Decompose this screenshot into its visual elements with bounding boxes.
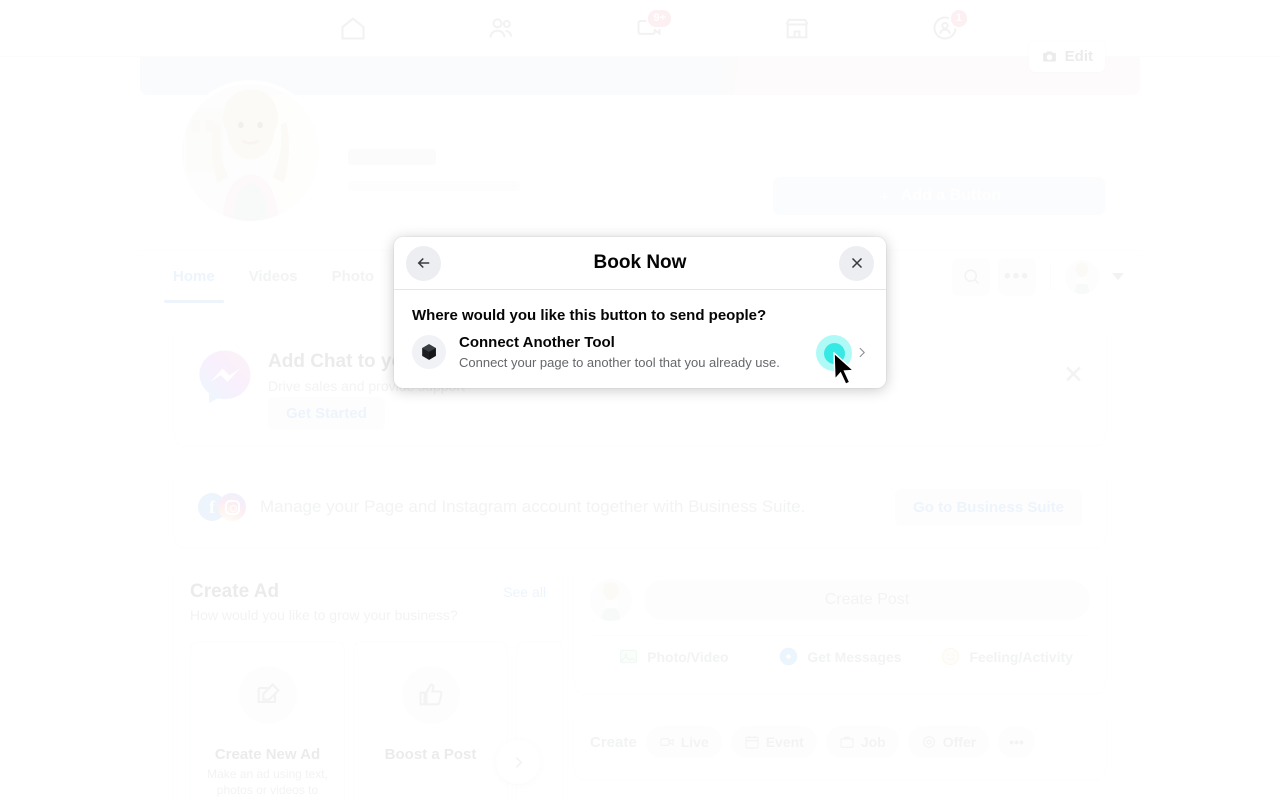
plus-icon bbox=[879, 191, 889, 201]
page-profile-avatar[interactable] bbox=[178, 80, 323, 225]
messenger-icon bbox=[199, 350, 251, 403]
modal-back-button[interactable] bbox=[406, 245, 441, 281]
post-action-feeling-activity[interactable]: Feeling/Activity bbox=[923, 646, 1090, 667]
nav-video-icon[interactable]: 9+ bbox=[621, 8, 677, 48]
create-ad-subtitle: How would you like to grow your business… bbox=[190, 607, 458, 623]
option-description: Connect your page to another tool that y… bbox=[459, 354, 780, 370]
get-messages-label: Get Messages bbox=[807, 648, 902, 665]
create-more-label: ••• bbox=[1009, 734, 1024, 750]
arrow-cursor bbox=[833, 352, 856, 386]
photo-video-icon bbox=[620, 649, 638, 664]
option-title: Connect Another Tool bbox=[459, 334, 615, 351]
tab-videos-label: Videos bbox=[248, 268, 298, 285]
create-shortcuts-card: Create Live Event Job Offer ••• bbox=[574, 705, 1106, 779]
messenger-action-icon bbox=[780, 647, 798, 666]
create-event-label: Event bbox=[765, 734, 804, 750]
create-ad-card: Create Ad See all How would you like to … bbox=[174, 565, 562, 801]
create-job-label: Job bbox=[860, 734, 886, 750]
nav-marketplace-icon[interactable] bbox=[769, 8, 825, 48]
suite-icons: f bbox=[198, 493, 246, 521]
add-a-button-label: Add a Button bbox=[900, 187, 1002, 204]
toolbar-divider bbox=[1050, 263, 1051, 290]
cube-box-icon bbox=[412, 335, 446, 370]
close-icon bbox=[851, 257, 862, 269]
screen-root: 9+ 1 Edit Add a Button Home Videos Photo… bbox=[0, 0, 1280, 801]
go-to-business-suite-button[interactable]: Go to Business Suite bbox=[895, 488, 1082, 526]
add-a-button-cta[interactable]: Add a Button bbox=[773, 177, 1105, 215]
nav-friends-icon[interactable] bbox=[473, 8, 529, 48]
tab-photos[interactable]: Photo bbox=[315, 251, 392, 303]
thumbs-up-icon bbox=[401, 666, 460, 724]
option-connect-another-tool[interactable]: Connect Another Tool Connect your page t… bbox=[394, 324, 886, 372]
page-search-button[interactable] bbox=[952, 257, 990, 296]
create-event-chip[interactable]: Event bbox=[730, 726, 817, 758]
boost-a-post-card[interactable]: Boost a Post bbox=[353, 641, 508, 801]
account-avatar[interactable] bbox=[1065, 259, 1099, 294]
composer-avatar bbox=[590, 579, 632, 621]
modal-question: Where would you like this button to send… bbox=[412, 307, 767, 324]
close-chat-card-icon[interactable]: ✕ bbox=[1063, 363, 1084, 388]
create-live-label: Live bbox=[680, 734, 709, 750]
photo-video-label: Photo/Video bbox=[647, 648, 729, 665]
business-suite-text: Manage your Page and Instagram account t… bbox=[260, 497, 806, 516]
boost-a-post-label: Boost a Post bbox=[384, 746, 477, 763]
calendar-icon bbox=[745, 736, 759, 749]
feeling-icon bbox=[942, 647, 960, 666]
create-new-ad-desc: Make an ad using text, photos or videos … bbox=[207, 767, 328, 797]
tab-home[interactable]: Home bbox=[156, 251, 232, 303]
create-job-chip[interactable]: Job bbox=[825, 726, 899, 758]
create-post-input[interactable]: Create Post bbox=[644, 580, 1090, 620]
search-icon bbox=[963, 269, 979, 285]
chevron-right-icon bbox=[515, 756, 522, 768]
option-text-group: Connect Another Tool Connect your page t… bbox=[459, 333, 837, 372]
page-more-options-button[interactable]: ••• bbox=[998, 257, 1036, 296]
create-new-ad-card[interactable]: Create New Ad Make an ad using text, pho… bbox=[190, 641, 345, 801]
create-offer-label: Offer bbox=[942, 734, 977, 750]
nav-home-icon[interactable] bbox=[325, 8, 381, 48]
create-ad-title: Create Ad bbox=[190, 581, 280, 602]
get-started-button[interactable]: Get Started bbox=[268, 397, 385, 430]
live-video-icon bbox=[660, 738, 674, 746]
create-live-chip[interactable]: Live bbox=[645, 726, 722, 758]
account-chevron-down-icon[interactable] bbox=[1112, 273, 1124, 280]
book-now-modal: Book Now Where would you like this butto… bbox=[394, 237, 886, 388]
create-ad-next-arrow[interactable] bbox=[496, 740, 540, 784]
create-new-ad-label: Create New Ad bbox=[214, 746, 321, 763]
post-action-photo-video[interactable]: Photo/Video bbox=[590, 646, 757, 667]
create-offer-chip[interactable]: Offer bbox=[907, 726, 990, 758]
create-row-label: Create bbox=[590, 733, 637, 751]
page-subtitle-placeholder bbox=[348, 181, 520, 191]
offer-tag-icon bbox=[922, 736, 935, 748]
create-ad-see-all-link[interactable]: See all bbox=[503, 584, 546, 600]
briefcase-icon bbox=[840, 736, 854, 748]
tab-photos-label: Photo bbox=[331, 268, 375, 285]
instagram-icon bbox=[218, 493, 246, 521]
tab-home-label: Home bbox=[173, 268, 215, 285]
modal-title: Book Now bbox=[593, 252, 687, 273]
facebook-page-background: 9+ 1 Edit Add a Button Home Videos Photo… bbox=[0, 0, 1280, 801]
compose-icon bbox=[238, 666, 297, 724]
modal-header: Book Now bbox=[394, 237, 886, 290]
facebook-glyph: f bbox=[209, 496, 215, 517]
nav-video-badge: 9+ bbox=[646, 8, 673, 29]
nav-groups-badge: 1 bbox=[948, 8, 969, 29]
feeling-activity-label: Feeling/Activity bbox=[969, 648, 1073, 665]
create-more-chip[interactable]: ••• bbox=[998, 726, 1035, 758]
business-suite-banner: f Manage your Page and Instagram account… bbox=[174, 467, 1106, 547]
avatar-photo bbox=[182, 84, 319, 221]
tab-videos[interactable]: Videos bbox=[232, 251, 315, 303]
nav-groups-icon[interactable]: 1 bbox=[917, 8, 973, 48]
page-name-placeholder bbox=[348, 149, 436, 165]
modal-close-button[interactable] bbox=[839, 245, 874, 281]
back-arrow-icon bbox=[417, 257, 429, 269]
post-action-get-messages[interactable]: Get Messages bbox=[757, 646, 924, 667]
more-options-label: ••• bbox=[1004, 265, 1030, 287]
create-post-card: Create Post Photo/Video Get Messages Fee… bbox=[574, 565, 1106, 693]
